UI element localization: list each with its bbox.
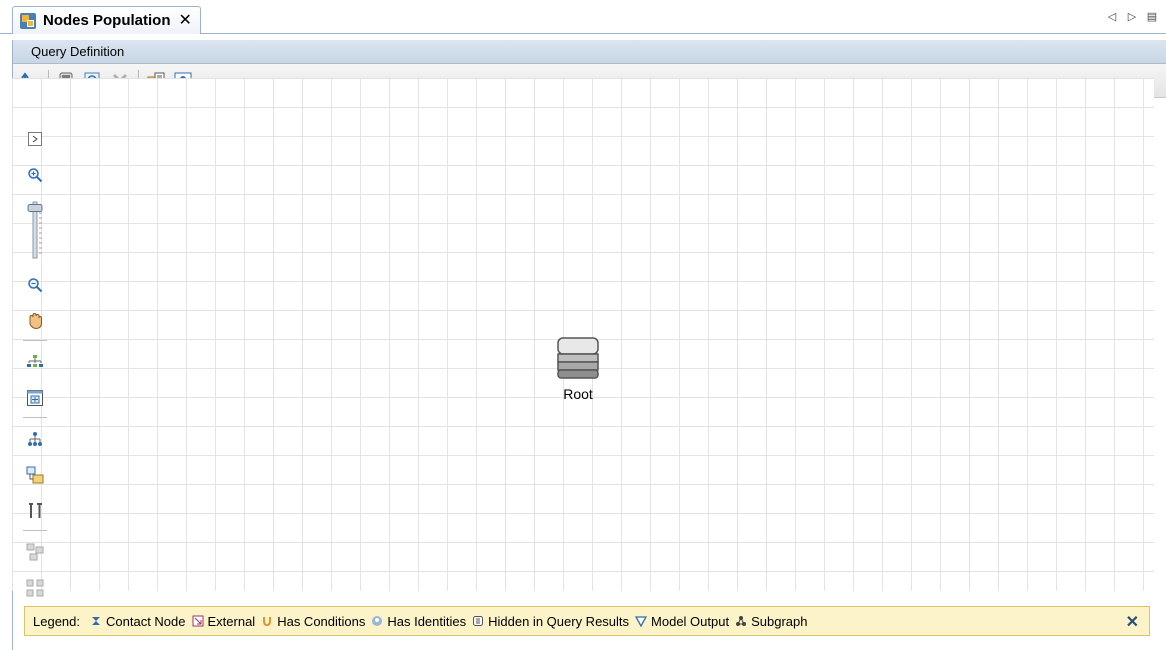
tools-icon[interactable] xyxy=(24,500,46,522)
canvas-side-toolbar xyxy=(22,128,48,613)
legend-item-subgraph: Subgraph xyxy=(735,614,807,629)
zoom-slider-thumb[interactable] xyxy=(27,204,43,212)
editor-tab-bar: Nodes Population ✕ ◁ ▷ ▤ xyxy=(0,0,1166,34)
panel-title: Query Definition xyxy=(31,44,125,59)
schema-icon[interactable] xyxy=(24,464,46,486)
legend-title: Legend: xyxy=(33,613,80,629)
subgraph-icon xyxy=(736,616,747,626)
server-node-icon xyxy=(557,337,599,379)
root-node-label: Root xyxy=(563,386,593,402)
tab-nodes-population[interactable]: Nodes Population ✕ xyxy=(12,6,201,34)
tab-menu-icon[interactable]: ▤ xyxy=(1146,10,1158,23)
has-identities-icon xyxy=(372,616,383,626)
legend-item-hidden-in-query-results: Hidden in Query Results xyxy=(472,614,629,629)
has-conditions-icon xyxy=(263,617,272,627)
hidden-icon xyxy=(473,616,484,626)
tool-separator xyxy=(23,530,47,531)
legend-bar: Legend: Contact Node External Has Condit… xyxy=(24,606,1150,636)
legend-close-icon[interactable]: ✕ xyxy=(1126,612,1139,632)
model-output-icon xyxy=(635,616,648,627)
previous-tab-icon[interactable]: ◁ xyxy=(1106,10,1118,23)
tree-icon[interactable] xyxy=(24,428,46,450)
legend-item-has-identities: Has Identities xyxy=(371,614,466,629)
query-canvas[interactable] xyxy=(12,78,1154,591)
query-app-icon xyxy=(20,12,36,29)
expand-icon[interactable] xyxy=(24,128,46,150)
external-icon xyxy=(192,615,203,627)
tab-close-icon[interactable]: ✕ xyxy=(179,12,192,29)
legend-item-model-output: Model Output xyxy=(635,614,729,629)
tab-title: Nodes Population xyxy=(43,12,171,29)
zoom-out-icon[interactable] xyxy=(24,274,46,296)
zoom-slider[interactable] xyxy=(24,200,46,260)
contact-node-icon xyxy=(92,617,100,625)
legend-item-has-conditions: Has Conditions xyxy=(261,614,365,629)
tool-separator xyxy=(23,340,47,341)
ungroup-icon[interactable] xyxy=(24,577,46,599)
tool-separator xyxy=(23,417,47,418)
root-node[interactable]: Root xyxy=(553,336,603,402)
group-icon[interactable] xyxy=(24,541,46,563)
panel-header: Query Definition xyxy=(13,40,1166,64)
hierarchy-layout-icon[interactable] xyxy=(24,351,46,373)
pan-hand-icon[interactable] xyxy=(24,310,46,332)
tab-navigation: ◁ ▷ ▤ xyxy=(1106,10,1158,23)
next-tab-icon[interactable]: ▷ xyxy=(1126,10,1138,23)
fit-window-icon[interactable] xyxy=(24,387,46,409)
legend-item-external: External xyxy=(192,614,255,629)
zoom-in-icon[interactable] xyxy=(24,164,46,186)
legend-item-contact-node: Contact Node xyxy=(90,614,186,629)
